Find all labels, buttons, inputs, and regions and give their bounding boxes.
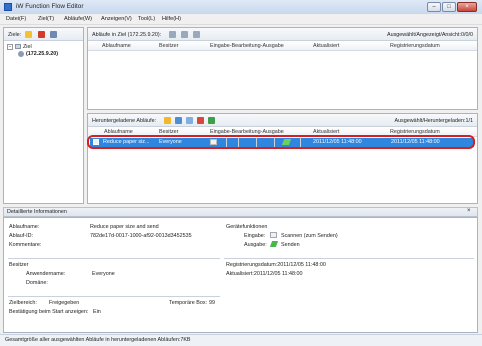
send-icon: [269, 241, 279, 247]
output-value: Senden: [281, 242, 300, 248]
user-name-label: Anwendername:: [26, 271, 66, 277]
scanner-icon: [270, 232, 277, 238]
details-header-bar: [3, 207, 478, 217]
temp-box-value: 99: [209, 300, 215, 306]
target-area-value: Freigegeben: [49, 300, 80, 306]
device-icon: [18, 51, 24, 57]
target-folder-icon: [15, 44, 21, 49]
output-label: Ausgabe:: [244, 242, 267, 248]
downloaded-flows-pane: Heruntergeladene Abläufe: Ausgewählt/Her…: [87, 113, 478, 204]
confirm-label: Bestätigung beim Start anzeigen:: [9, 309, 89, 315]
status-text: Gesamtgröße aller ausgewählten Abläufe i…: [5, 337, 191, 343]
targets-label: Ziele:: [8, 32, 22, 38]
maximize-button[interactable]: □: [442, 2, 456, 12]
divider: [8, 258, 220, 259]
col-registered[interactable]: Registrierungsdatum: [390, 43, 440, 49]
tree-root-label[interactable]: Ziel: [23, 44, 32, 50]
details-close-icon[interactable]: ×: [467, 208, 471, 214]
tree-target-item[interactable]: (172.25.9.20): [26, 51, 58, 57]
col-io[interactable]: Eingabe-Bearbeitung-Ausgabe: [210, 43, 284, 49]
details-header: Detaillierte Informationen: [7, 209, 67, 215]
target-settings-icon[interactable]: [50, 31, 57, 40]
upload-flow-icon[interactable]: [208, 117, 215, 126]
divider: [224, 258, 474, 259]
targets-pane: Ziele: − Ziel (172.25.9.20): [3, 27, 84, 204]
domain-label: Domäne:: [26, 280, 48, 286]
downloaded-flows-status: Ausgewählt/Heruntergeladen:1/1: [394, 118, 473, 124]
registered-line: Registrierungsdatum:2011/12/05 11:48:00: [226, 262, 326, 268]
delete-flow-icon[interactable]: [193, 31, 200, 40]
details-panel: Ablaufname: Reduce paper size and send A…: [3, 217, 478, 333]
updated-line: Aktualisiert:2011/12/05 11:48:00: [226, 271, 303, 277]
col-owner[interactable]: Besitzer: [159, 43, 178, 49]
menu-target[interactable]: Ziel(T): [38, 16, 54, 22]
tree-collapse-icon[interactable]: −: [7, 44, 13, 50]
minimize-button[interactable]: –: [427, 2, 441, 12]
temp-box-label: Temporäre Box:: [169, 300, 208, 306]
flow-id-label: Ablauf-ID:: [9, 233, 33, 239]
flows-in-target-status: Ausgewählt/Angezeigt/Ansicht:0/0/0: [386, 32, 473, 38]
copy-flow-icon[interactable]: [186, 117, 193, 126]
edit-flow-icon[interactable]: [175, 117, 182, 126]
target-area-label: Zielbereich:: [9, 300, 37, 306]
close-button[interactable]: ×: [457, 2, 477, 12]
col-updated[interactable]: Aktualisiert: [313, 43, 339, 49]
app-icon: [4, 3, 12, 11]
downloaded-flows-title: Heruntergeladene Abläufe:: [92, 118, 157, 124]
flow-id-value: 782de17d-0017-1000-af92-0013d3452535: [90, 233, 192, 239]
title-bar: iW Function Flow Editor – □ ×: [0, 0, 482, 14]
user-name-value: Everyone: [92, 271, 115, 277]
delete-target-icon[interactable]: [38, 31, 45, 40]
add-target-icon[interactable]: [25, 31, 32, 40]
device-functions-label: Gerätefunktionen: [226, 224, 268, 230]
flow-name-label: Ablaufname:: [9, 224, 40, 230]
download-flow-icon[interactable]: [169, 31, 176, 40]
flows-in-target-pane: Abläufe in Ziel (172.25.9.20): Ausgewähl…: [87, 27, 478, 110]
comments-label: Kommentare:: [9, 242, 42, 248]
confirm-value: Ein: [93, 309, 101, 315]
new-flow-icon[interactable]: [164, 117, 171, 126]
app-window: iW Function Flow Editor – □ × Datei(F) Z…: [0, 0, 482, 346]
refresh-flows-icon[interactable]: [181, 31, 188, 40]
menu-file[interactable]: Datei(F): [6, 16, 26, 22]
menu-flows[interactable]: Abläufe(W): [64, 16, 92, 22]
divider: [8, 296, 220, 297]
highlight-outline: [87, 135, 475, 149]
flow-name-value: Reduce paper size and send: [90, 224, 159, 230]
remove-flow-icon[interactable]: [197, 117, 204, 126]
menu-help[interactable]: Hilfe(H): [162, 16, 181, 22]
menu-tool[interactable]: Tool(L): [138, 16, 155, 22]
owner-section-label: Besitzer: [9, 262, 29, 268]
flows-in-target-title: Abläufe in Ziel (172.25.9.20):: [92, 32, 162, 38]
input-label: Eingabe:: [244, 233, 266, 239]
col-flow-name[interactable]: Ablaufname: [102, 43, 131, 49]
menu-view[interactable]: Anzeigen(V): [101, 16, 132, 22]
window-title: iW Function Flow Editor: [16, 3, 84, 10]
input-value: Scannen (zum Senden): [281, 233, 338, 239]
